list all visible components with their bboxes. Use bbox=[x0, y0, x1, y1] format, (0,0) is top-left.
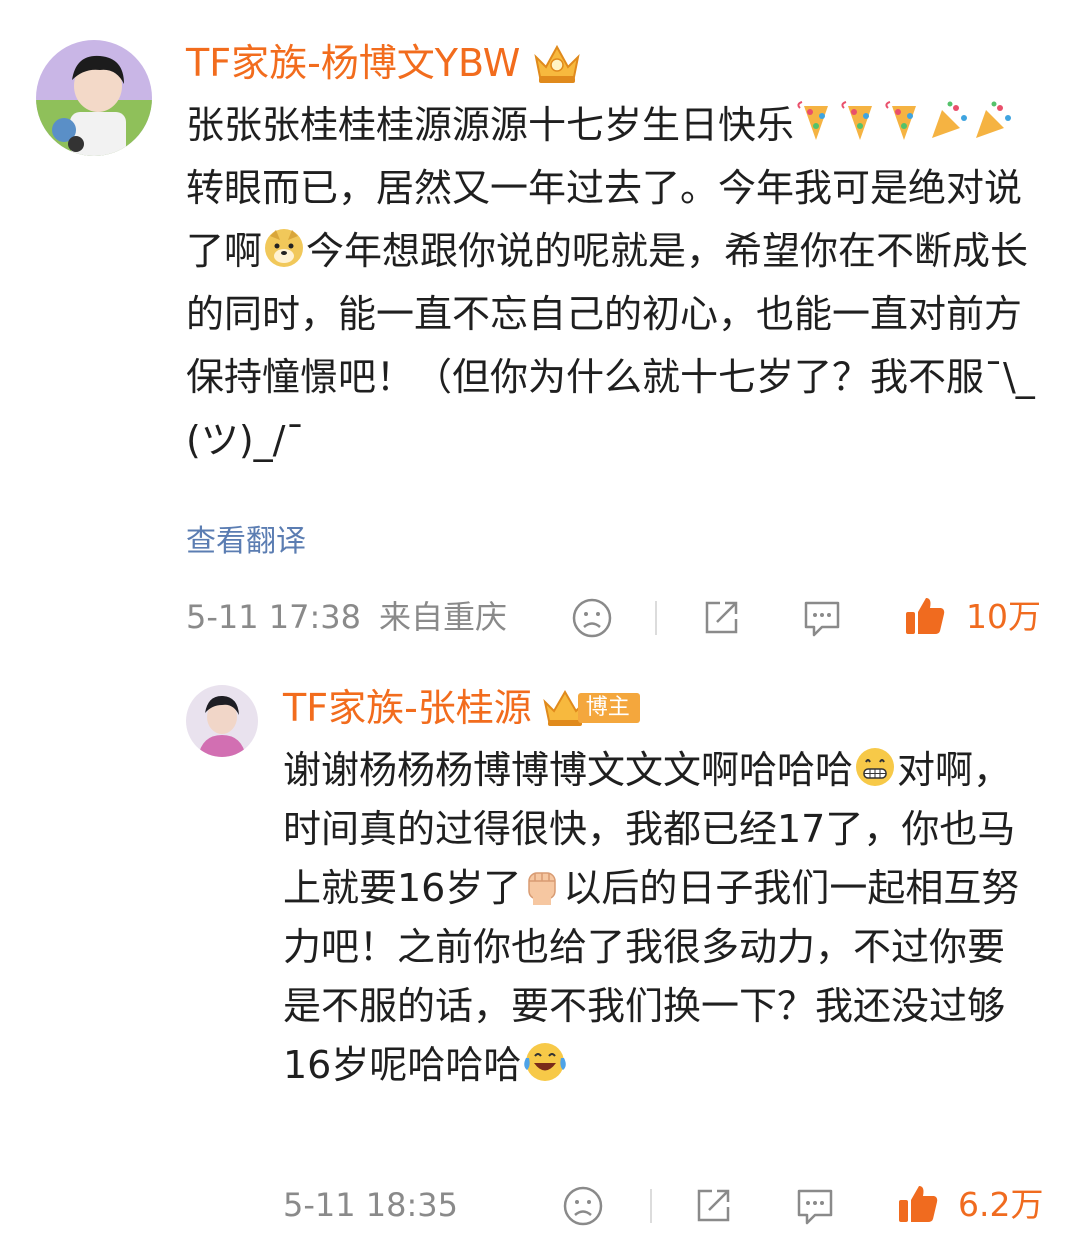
reply-time: 5-11 18:35 bbox=[283, 1186, 459, 1224]
badge-label: 博主 bbox=[577, 693, 640, 723]
replier-avatar[interactable] bbox=[186, 685, 258, 757]
fist-icon bbox=[528, 872, 557, 905]
crown-icon[interactable] bbox=[532, 41, 582, 85]
comment-meta: 5-11 17:38 来自重庆 bbox=[186, 601, 507, 633]
comment-text-part-3: 今年想跟你说的呢就是，希望你在不断成长的同时，能一直不忘自己的初心，也能一直对前… bbox=[186, 229, 1035, 462]
comment-location: 来自重庆 bbox=[379, 598, 508, 636]
party-popper-icon bbox=[885, 101, 917, 140]
comment-text: 张张张桂桂桂源源源十七岁生日快乐转眼而已，居然又一年过去了。今年我可是绝对说了啊… bbox=[186, 94, 1046, 472]
reply-text-part-1: 谢谢杨杨杨博博博文文文啊哈哈哈 bbox=[283, 748, 854, 792]
comment-like-count: 10万 bbox=[966, 597, 1041, 636]
doge-icon bbox=[265, 229, 304, 267]
party-popper-icon bbox=[932, 101, 968, 138]
dislike-face-icon[interactable] bbox=[562, 1185, 604, 1227]
laugh-cry-icon bbox=[524, 1043, 567, 1081]
blogger-badge: 博主 bbox=[542, 688, 640, 728]
reply-meta: 5-11 18:35 bbox=[283, 1189, 458, 1221]
comment-text-part-1: 张张张桂桂桂源源源十七岁生日快乐 bbox=[186, 103, 795, 147]
comment-time: 5-11 17:38 bbox=[186, 598, 362, 636]
thumbs-up-icon[interactable] bbox=[903, 594, 947, 638]
share-icon[interactable] bbox=[700, 597, 742, 639]
reply-text: 谢谢杨杨杨博博博文文文啊哈哈哈 对啊，时间真的过得很快，我都已经17了，你也马上就… bbox=[283, 741, 1023, 1095]
share-icon[interactable] bbox=[692, 1185, 734, 1227]
reply-like-count: 6.2万 bbox=[958, 1185, 1044, 1224]
thumbs-up-icon[interactable] bbox=[896, 1182, 940, 1226]
party-popper-icon bbox=[976, 101, 1012, 138]
commenter-avatar[interactable] bbox=[36, 40, 152, 156]
comment-icon[interactable] bbox=[800, 598, 844, 640]
action-divider bbox=[655, 601, 657, 635]
grin-icon bbox=[856, 748, 895, 786]
comment-icon[interactable] bbox=[793, 1186, 837, 1228]
view-translation-link[interactable]: 查看翻译 bbox=[186, 527, 306, 557]
party-popper-icon bbox=[797, 101, 829, 140]
action-divider bbox=[650, 1189, 652, 1223]
party-popper-icon bbox=[841, 101, 873, 140]
replier-username[interactable]: TF家族-张桂源 bbox=[283, 689, 532, 727]
dislike-face-icon[interactable] bbox=[571, 597, 613, 639]
commenter-username[interactable]: TF家族-杨博文YBW bbox=[186, 44, 520, 82]
